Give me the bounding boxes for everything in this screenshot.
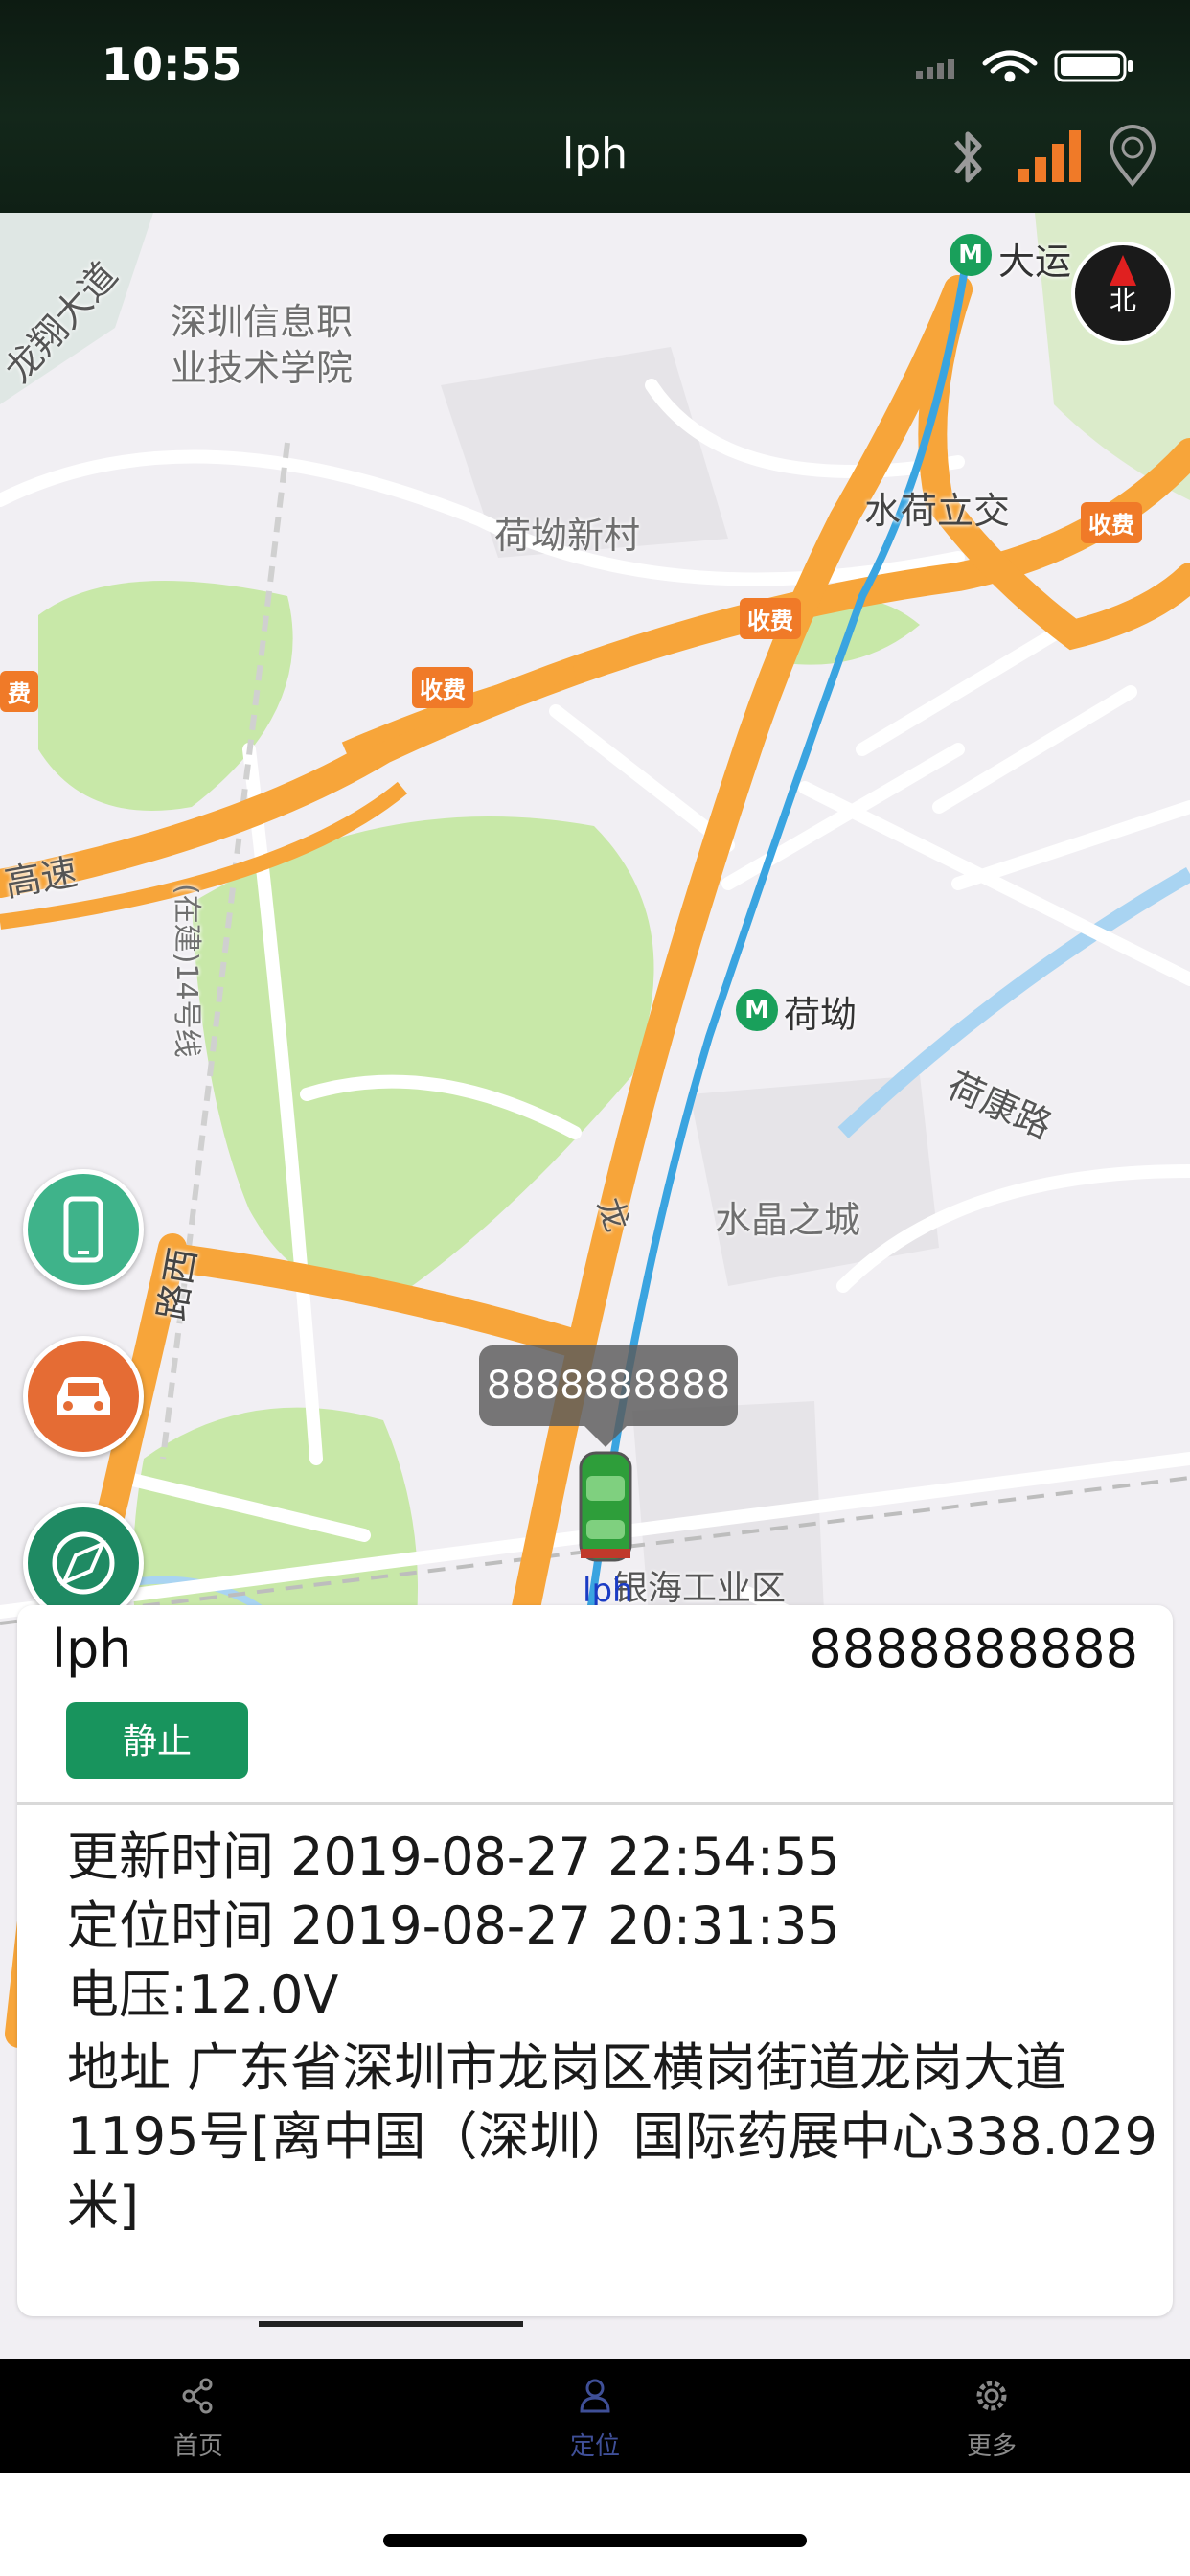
tab-bar: 首页 定位 更多 xyxy=(0,2359,1190,2472)
update-time: 更新时间 2019-08-27 22:54:55 xyxy=(67,1827,840,1887)
address: 地址 广东省深圳市龙岗区横岗街道龙岗大道1195号[离中国（深圳）国际药展中心3… xyxy=(67,2037,1157,2236)
car-icon xyxy=(57,1377,110,1415)
voltage: 电压:12.0V xyxy=(67,1965,339,2025)
map-label-dayun: 大运 xyxy=(998,241,1072,283)
map-label-heao-xincun: 荷坳新村 xyxy=(494,515,641,557)
status-time: 10:55 xyxy=(102,38,242,90)
toll-label: 收费 xyxy=(412,667,473,708)
map-label-heao: 荷坳 xyxy=(784,994,858,1036)
phone-icon xyxy=(63,1196,103,1263)
person-pin-icon xyxy=(580,2379,610,2413)
map-label-yinhai: 银海工业区 xyxy=(613,1569,787,1608)
status-badge[interactable]: 静止 xyxy=(66,1702,248,1779)
gear-icon xyxy=(976,2380,1007,2411)
home-indicator[interactable] xyxy=(383,2534,807,2547)
phone-button[interactable] xyxy=(23,1169,144,1290)
vehicle-bubble[interactable]: 8888888888 xyxy=(479,1346,738,1447)
map-label-crystal-city: 水晶之城 xyxy=(715,1199,861,1241)
tab-label: 首页 xyxy=(172,2432,223,2461)
vehicle-label: lph xyxy=(583,1572,633,1610)
toll-label: 收费 xyxy=(740,598,801,639)
device-name: lph xyxy=(52,1619,132,1679)
tab-label: 定位 xyxy=(569,2432,620,2461)
device-info-panel: lph 8888888888 静止 更新时间 2019-08-27 22:54:… xyxy=(17,1605,1173,2316)
home-indicator-area xyxy=(0,2472,1190,2576)
compass-label: 北 xyxy=(1110,285,1137,316)
vehicle-marker-icon xyxy=(579,1451,632,1562)
nav-title: lph xyxy=(561,129,629,178)
status-icons xyxy=(916,50,1133,82)
gps-pin-icon[interactable] xyxy=(1106,125,1159,188)
tab-label: 更多 xyxy=(966,2432,1017,2461)
car-button[interactable] xyxy=(23,1336,144,1457)
battery-icon xyxy=(1054,50,1133,82)
toll-label: 收费 xyxy=(1081,502,1142,543)
tab-locate[interactable]: 定位 xyxy=(499,2359,691,2472)
toll-label: 费 xyxy=(0,671,38,712)
signal-bars-icon xyxy=(1018,130,1081,182)
metro-icon-dayun: M xyxy=(950,234,992,276)
metro-icon-heao: M xyxy=(736,989,778,1031)
wifi-icon xyxy=(982,50,1038,82)
map-label-interchange: 水荷立交 xyxy=(864,490,1011,532)
map-label-line14: (在建)14号线 xyxy=(170,884,203,1058)
tab-home[interactable]: 首页 xyxy=(103,2359,294,2472)
app-header: 10:55 lph xyxy=(0,0,1190,213)
cell-signal-icon xyxy=(916,59,954,79)
device-number: 8888888888 xyxy=(809,1619,1138,1679)
compass-nav-icon xyxy=(52,1531,115,1595)
map-label-school: 深圳信息职 业技术学院 xyxy=(171,301,354,389)
tab-more[interactable]: 更多 xyxy=(896,2359,1087,2472)
locate-time: 定位时间 2019-08-27 20:31:35 xyxy=(67,1896,840,1956)
panel-divider xyxy=(17,1802,1173,1805)
share-icon xyxy=(182,2378,213,2414)
bluetooth-icon[interactable] xyxy=(949,126,989,188)
